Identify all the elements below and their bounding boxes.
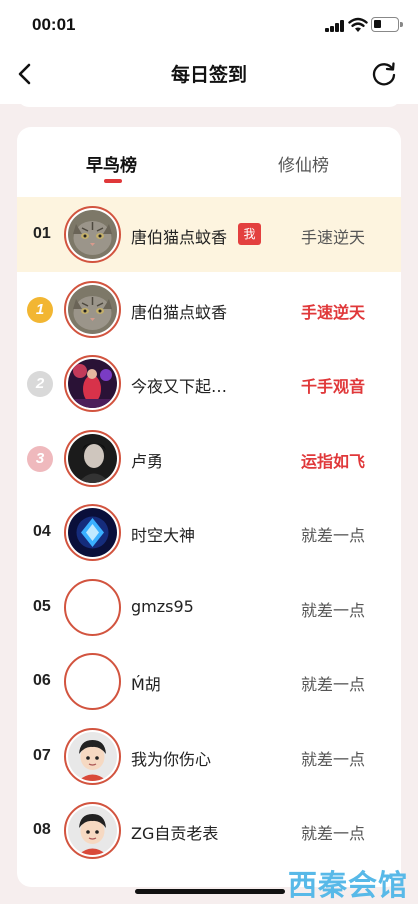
me-badge: 我	[238, 223, 261, 245]
portrait-avatar-icon	[68, 433, 117, 483]
avatar[interactable]	[64, 206, 121, 263]
avatar[interactable]	[64, 355, 121, 412]
username: 时空大神	[131, 526, 196, 545]
rank-title: 运指如飞	[300, 451, 365, 471]
rank-number: 08	[33, 821, 51, 838]
cat-avatar-icon	[68, 210, 117, 259]
username: ZG自贡老表	[131, 824, 219, 843]
avatar[interactable]	[64, 727, 121, 785]
rank-number: 01	[33, 225, 51, 242]
my-rank-row[interactable]: 01 唐伯猫点蚊香 我 手速逆天	[17, 197, 401, 272]
username: 唐伯猫点蚊香	[131, 228, 228, 247]
cat-avatar-icon	[68, 284, 117, 334]
rank-title: 就差一点	[300, 600, 365, 620]
username: 我为你伤心	[131, 749, 212, 769]
avatar[interactable]	[64, 578, 121, 636]
active-tab-indicator	[104, 179, 122, 183]
ranking-row[interactable]: 06 Ḿ胡 就差一点	[17, 644, 401, 719]
rank-title: 就差一点	[300, 526, 365, 545]
bronze-medal-icon: 3	[27, 445, 53, 472]
cartoon-avatar-icon	[68, 806, 117, 855]
username: gmzs95	[131, 596, 194, 616]
ranking-row[interactable]: 1 唐伯猫点蚊香 手速逆天	[17, 272, 401, 347]
rank-title: 手速逆天	[300, 228, 365, 247]
gold-medal-icon: 1	[27, 296, 53, 323]
ranking-row[interactable]: 3 卢勇 运指如飞	[17, 421, 401, 496]
status-time: 00:01	[32, 15, 76, 34]
blank-avatar-icon	[68, 657, 117, 706]
home-indicator[interactable]	[135, 889, 285, 894]
rank-title: 就差一点	[300, 824, 365, 843]
ranking-row[interactable]: 2 今夜又下起… 千手观音	[17, 346, 401, 421]
rank-number: 06	[33, 672, 51, 689]
status-bar: 00:01	[0, 0, 418, 50]
tab-night-owl[interactable]: 修仙榜	[278, 151, 329, 176]
previous-card-edge	[17, 95, 401, 107]
rank-number: 07	[33, 746, 51, 764]
cartoon-avatar-icon	[68, 731, 117, 781]
avatar[interactable]	[64, 280, 121, 338]
leaderboard-card: 早鸟榜 修仙榜 01 唐伯猫点蚊香 我 手速逆天 1 唐伯猫点蚊香 手速逆天 2…	[17, 127, 401, 887]
rank-number: 04	[33, 523, 51, 540]
avatar[interactable]	[64, 802, 121, 859]
avatar[interactable]	[64, 504, 121, 561]
ranking-row[interactable]: 04 时空大神 就差一点	[17, 495, 401, 570]
page-title: 每日签到	[170, 64, 247, 86]
nav-bar: 每日签到	[0, 50, 418, 98]
concert-avatar-icon	[68, 359, 117, 408]
silver-medal-icon: 2	[27, 371, 53, 397]
signal-icon	[325, 20, 345, 32]
rank-title: 就差一点	[300, 675, 365, 694]
ranking-row[interactable]: 05 gmzs95 就差一点	[17, 570, 401, 645]
rank-title: 手速逆天	[300, 302, 365, 322]
ranking-row[interactable]: 08 ZG自贡老表 就差一点	[17, 793, 401, 868]
battery-icon	[371, 17, 403, 32]
username: 今夜又下起…	[131, 377, 228, 396]
watermark-text: 西秦会馆	[288, 868, 409, 902]
rank-title: 千手观音	[300, 377, 365, 396]
username: Ḿ胡	[131, 675, 161, 694]
username: 卢勇	[131, 451, 164, 471]
avatar[interactable]	[64, 653, 121, 710]
tab-early-bird[interactable]: 早鸟榜	[86, 151, 137, 176]
ranking-list: 01 唐伯猫点蚊香 我 手速逆天 1 唐伯猫点蚊香 手速逆天 2 今夜又下起… …	[17, 197, 401, 868]
leaderboard-tabs: 早鸟榜 修仙榜	[17, 127, 401, 197]
avatar[interactable]	[64, 429, 121, 487]
ranking-row[interactable]: 07 我为你伤心 就差一点	[17, 719, 401, 794]
username: 唐伯猫点蚊香	[131, 302, 228, 322]
rank-title: 就差一点	[300, 749, 365, 769]
refresh-icon[interactable]	[370, 60, 398, 88]
wifi-icon	[348, 17, 368, 32]
rank-number: 05	[33, 597, 51, 615]
blue-gem-avatar-icon	[68, 508, 117, 557]
blank-avatar-icon	[68, 583, 117, 632]
